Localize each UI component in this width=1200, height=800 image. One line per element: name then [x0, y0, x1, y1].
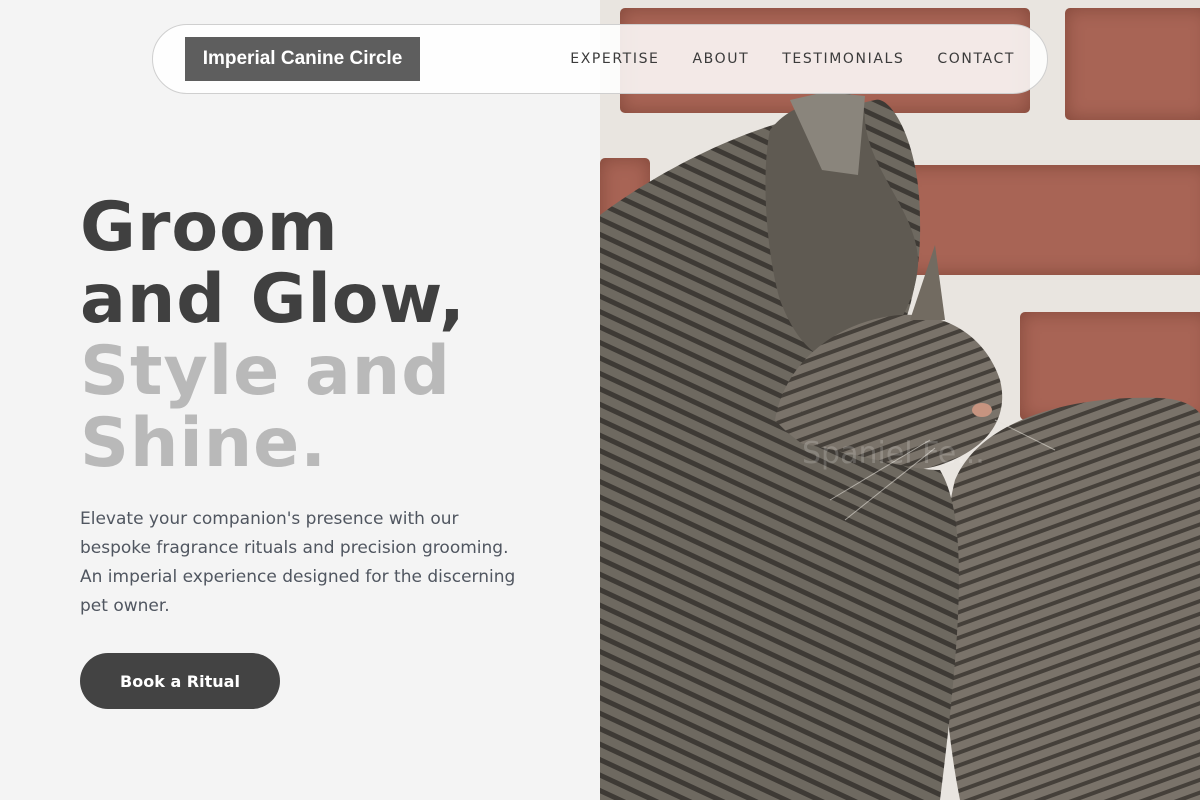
cats-photo: [600, 92, 1200, 800]
hero-image: Spaniel Fe...: [600, 0, 1200, 800]
headline-line-1: Groom: [80, 188, 339, 267]
brand-logo[interactable]: Imperial Canine Circle: [185, 37, 420, 81]
headline-line-2: and Glow,: [80, 260, 466, 339]
book-ritual-button[interactable]: Book a Ritual: [80, 653, 280, 709]
hero-headline: Groom and Glow, Style and Shine.: [80, 192, 466, 480]
top-navbar: Imperial Canine Circle EXPERTISE ABOUT T…: [152, 24, 1048, 94]
nav-links: EXPERTISE ABOUT TESTIMONIALS CONTACT: [570, 25, 1015, 93]
hero-text-panel: Groom and Glow, Style and Shine. Elevate…: [0, 0, 600, 800]
image-watermark: Spaniel Fe...: [802, 436, 985, 471]
nav-link-expertise[interactable]: EXPERTISE: [570, 51, 659, 67]
nav-link-contact[interactable]: CONTACT: [937, 51, 1015, 67]
headline-line-3: Style and: [80, 332, 451, 411]
nav-link-testimonials[interactable]: TESTIMONIALS: [782, 51, 904, 67]
nav-link-about[interactable]: ABOUT: [693, 51, 750, 67]
hero-description: Elevate your companion's presence with o…: [80, 509, 516, 616]
headline-line-4: Shine.: [80, 404, 328, 483]
